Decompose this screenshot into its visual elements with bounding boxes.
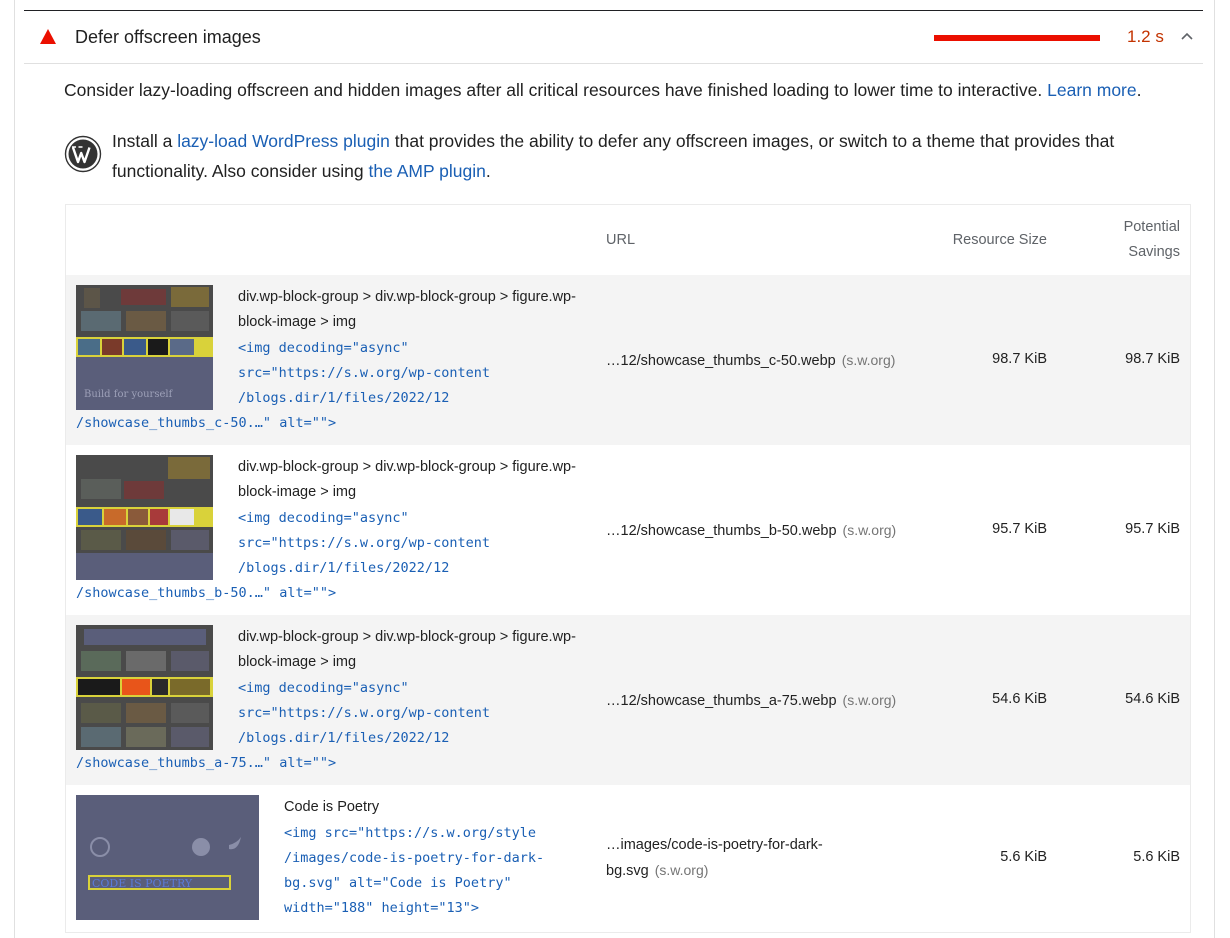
node-selector: div.wp-block-group > div.wp-block-group … [238,625,576,675]
node-snippet: <img decoding="async" src="https://s.w.o… [238,676,490,751]
description-period: . [1136,80,1142,100]
code-line: src="https://s.w.org/wp-content [238,705,490,721]
code-line: src="https://s.w.org/wp-content [238,365,490,381]
resource-size: 54.6 KiB [992,691,1047,707]
url-text: …12/showcase_thumbs_a-75.webp [606,693,837,709]
resource-size: 95.7 KiB [992,521,1047,537]
thumbnail-caption: CODE IS POETRY [92,877,193,890]
metric-bar [934,35,1100,41]
url-host: (s.w.org) [654,862,709,878]
potential-savings: 54.6 KiB [1125,691,1180,707]
fail-triangle-icon [40,29,56,44]
audit-description: Consider lazy-loading offscreen and hidd… [64,78,1194,102]
potential-savings: 98.7 KiB [1125,351,1180,367]
url-host: (s.w.org) [842,522,897,538]
node-snippet: <img decoding="async" src="https://s.w.o… [238,506,490,581]
url-host: (s.w.org) [842,692,897,708]
url-text: …12/showcase_thumbs_b-50.webp [606,523,837,539]
url-text: bg.svg [606,863,649,879]
thumbnail-caption: Build for yourself [84,389,174,400]
resource-size: 98.7 KiB [992,351,1047,367]
selector-line: div.wp-block-group > div.wp-block-group … [238,629,576,645]
wp-text-1: Install a [112,131,178,151]
wp-text-3: . [485,161,491,181]
savings-header-line2: Savings [1128,244,1180,260]
code-line: /blogs.dir/1/files/2022/12 [238,730,450,746]
wordpress-logo-icon [64,135,102,173]
column-header-potential-savings: Potential Savings [1124,215,1180,265]
resource-url[interactable]: …12/showcase_thumbs_c-50.webp (s.w.org) [606,348,895,374]
code-line: <img src="https://s.w.org/style [284,825,536,841]
lazy-load-plugin-link[interactable]: lazy-load WordPress plugin [177,131,390,151]
thumbnail-image: CODE IS POETRY [76,795,259,920]
column-header-url: URL [606,232,636,248]
table-row: CODE IS POETRY Code is Poetry <img src="… [66,785,1190,931]
details-table: URL Resource Size Potential Savings Buil… [65,204,1191,933]
potential-savings: 5.6 KiB [1133,849,1180,865]
description-text: Consider lazy-loading offscreen and hidd… [64,80,1043,100]
node-snippet: <img src="https://s.w.org/style /images/… [284,821,544,921]
node-snippet-tail: /showcase_thumbs_c-50.…" alt=""> [76,415,337,431]
node-selector: div.wp-block-group > div.wp-block-group … [238,285,576,335]
thumbnail-image [76,455,213,580]
resource-size: 5.6 KiB [1000,849,1047,865]
table-header: URL Resource Size Potential Savings [66,205,1190,275]
url-text: …images/code-is-poetry-for-dark- [606,837,823,853]
url-text: …12/showcase_thumbs_c-50.webp [606,353,836,369]
node-snippet-tail: /showcase_thumbs_b-50.…" alt=""> [76,585,337,601]
table-row: div.wp-block-group > div.wp-block-group … [66,615,1190,785]
code-line: /images/code-is-poetry-for-dark- [284,850,545,866]
savings-header-line1: Potential [1123,219,1180,235]
selector-line: div.wp-block-group > div.wp-block-group … [238,459,576,475]
url-host: (s.w.org) [841,352,896,368]
column-header-resource-size: Resource Size [952,232,1047,248]
metric-value: 1.2 s [1127,27,1164,46]
code-line: /blogs.dir/1/files/2022/12 [238,560,450,576]
node-selector: div.wp-block-group > div.wp-block-group … [238,455,576,505]
audit-header-defer-offscreen-images[interactable]: Defer offscreen images 1.2 s [24,11,1203,64]
code-line: bg.svg" alt="Code is Poetry" [284,875,512,891]
node-label: Code is Poetry [284,799,380,815]
code-line: src="https://s.w.org/wp-content [238,535,490,551]
wordpress-stack-pack: Install a lazy-load WordPress plugin tha… [64,126,1194,186]
wordpress-advice: Install a lazy-load WordPress plugin tha… [112,126,1132,186]
resource-url[interactable]: …12/showcase_thumbs_b-50.webp (s.w.org) [606,518,896,544]
resource-url[interactable]: …12/showcase_thumbs_a-75.webp (s.w.org) [606,688,896,714]
node-snippet: <img decoding="async" src="https://s.w.o… [238,336,490,411]
table-row: div.wp-block-group > div.wp-block-group … [66,445,1190,615]
code-line: width="188" height="13"> [284,900,480,916]
potential-savings: 95.7 KiB [1125,521,1180,537]
selector-line: div.wp-block-group > div.wp-block-group … [238,289,576,305]
chevron-up-icon[interactable] [1179,29,1195,45]
selector-line: block-image > img [238,484,357,500]
learn-more-link[interactable]: Learn more [1047,80,1137,100]
code-line: <img decoding="async" [238,680,409,696]
code-line: <img decoding="async" [238,340,409,356]
amp-plugin-link[interactable]: the AMP plugin [368,161,485,181]
code-line: /blogs.dir/1/files/2022/12 [238,390,450,406]
audit-title: Defer offscreen images [75,27,261,47]
thumbnail-image [76,625,213,750]
selector-line: block-image > img [238,314,357,330]
table-row: Build for yourself div.wp-block-group > … [66,275,1190,445]
code-line: <img decoding="async" [238,510,409,526]
thumbnail-image: Build for yourself [76,285,213,410]
resource-url[interactable]: …images/code-is-poetry-for-dark-bg.svg (s… [606,833,823,884]
selector-line: block-image > img [238,654,357,670]
node-snippet-tail: /showcase_thumbs_a-75.…" alt=""> [76,755,337,771]
